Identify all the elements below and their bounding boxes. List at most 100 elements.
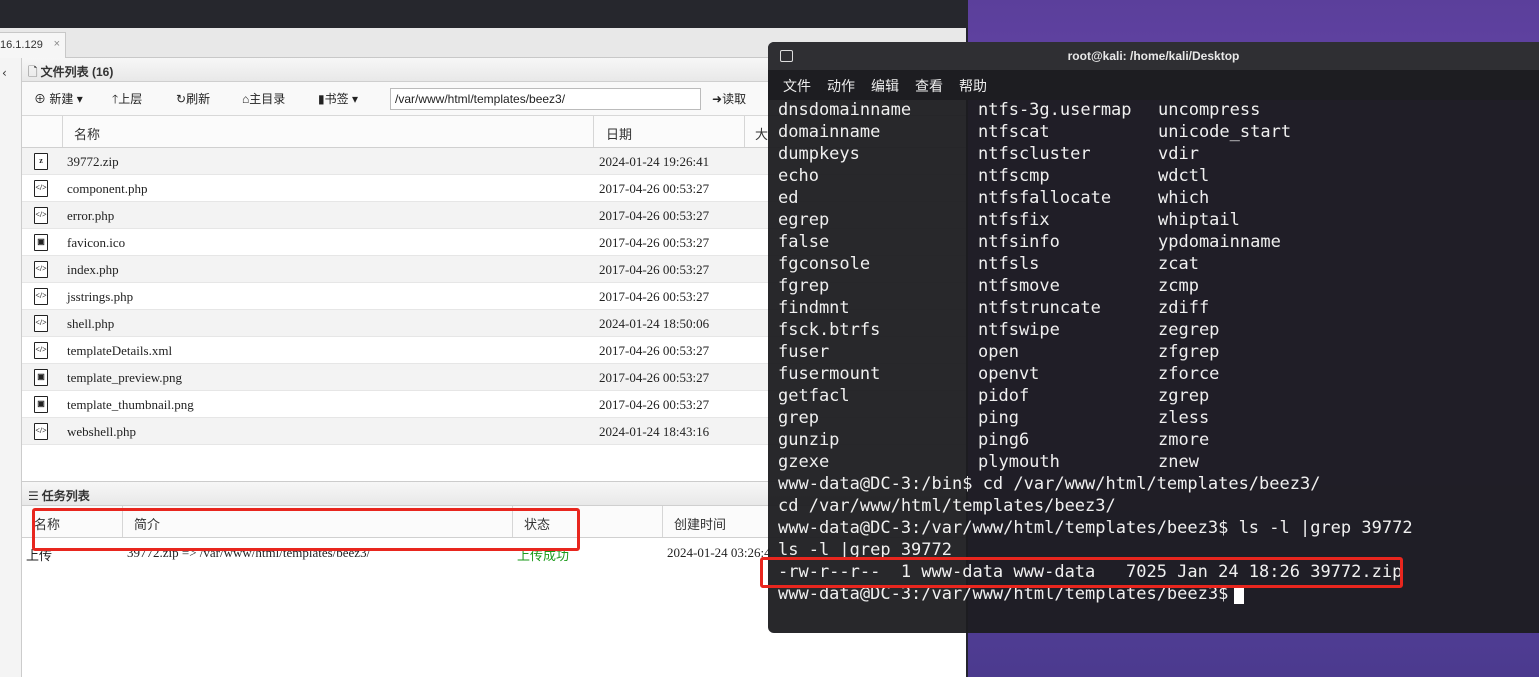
listing-entry: fuser (778, 342, 830, 362)
listing-entry: zless (1158, 408, 1210, 428)
code-file-icon: </> (34, 342, 48, 359)
listing-entry: ping6 (978, 430, 1030, 450)
size-column-header[interactable]: 大 (755, 124, 768, 143)
listing-entry: zcmp (1158, 276, 1199, 296)
listing-entry: open (978, 342, 1019, 362)
file-name: webshell.php (67, 424, 136, 439)
file-date: 2024-01-24 19:26:41 (599, 154, 710, 169)
terminal-menu-item[interactable]: 动作 (827, 76, 855, 96)
file-name: index.php (67, 262, 119, 277)
listing-entry: whiptail (1158, 210, 1240, 230)
listing-entry: false (778, 232, 830, 252)
listing-entry: gzexe (778, 452, 830, 472)
code-file-icon: </> (34, 180, 48, 197)
file-date: 2024-01-24 18:50:06 (599, 316, 710, 331)
terminal-line-text: www-data@DC-3:/var/www/html/templates/be… (778, 518, 1413, 538)
close-icon[interactable]: × (54, 38, 60, 50)
terminal-line: cd /var/www/html/templates/beez3/ (778, 496, 1116, 518)
highlight-box-task (32, 508, 580, 551)
left-collapse-bar[interactable]: ‹ (0, 58, 22, 677)
file-name: shell.php (67, 316, 115, 331)
terminal-menubar: 文件 动作 编辑 查看 帮助 (768, 70, 1539, 100)
file-name: template_preview.png (67, 370, 183, 385)
code-file-icon: </> (34, 261, 48, 278)
arrow-right-icon: ➜ (712, 92, 723, 106)
listing-entry: ypdomainname (1158, 232, 1281, 252)
file-date: 2017-04-26 00:53:27 (599, 397, 710, 412)
listing-entry: egrep (778, 210, 830, 230)
listing-entry: ping (978, 408, 1019, 428)
listing-entry: ntfsmove (978, 276, 1060, 296)
path-input[interactable]: /var/www/html/templates/beez3/ (390, 88, 701, 110)
file-date: 2017-04-26 00:53:27 (599, 343, 710, 358)
terminal-titlebar: root@kali: /home/kali/Desktop (768, 42, 1539, 70)
task-panel-title: 任务列表 (41, 489, 90, 503)
terminal-line: www-data@DC-3:/var/www/html/templates/be… (778, 518, 1413, 540)
terminal-line-text: www-data@DC-3:/bin$ cd /var/www/html/tem… (778, 474, 1321, 494)
terminal-menu-item[interactable]: 文件 (783, 76, 811, 96)
listing-entry: ntfsfix (978, 210, 1050, 230)
connection-tab[interactable]: 16.1.129 × (0, 32, 66, 58)
bookmark-button[interactable]: ▮书签 ▾ (318, 90, 358, 107)
listing-entry: ntfstruncate (978, 298, 1101, 318)
refresh-icon: ↻ (176, 92, 187, 106)
terminal-menu-item[interactable]: 查看 (915, 76, 943, 96)
listing-entry: ntfs-3g.usermap (978, 100, 1132, 120)
file-date: 2024-01-24 18:43:16 (599, 424, 710, 439)
terminal-title: root@kali: /home/kali/Desktop (1067, 49, 1240, 63)
listing-entry: zgrep (1158, 386, 1210, 406)
terminal-window: root@kali: /home/kali/Desktop 文件 动作 编辑 查看 帮助… (760, 42, 1539, 633)
listing-entry: plymouth (978, 452, 1060, 472)
home-button[interactable]: ⌂主目录 (242, 90, 285, 107)
file-date: 2017-04-26 00:53:27 (599, 181, 710, 196)
listing-entry: findmnt (778, 298, 850, 318)
top-bar (0, 0, 968, 28)
listing-entry: zdiff (1158, 298, 1210, 318)
file-date: 2017-04-26 00:53:27 (599, 262, 710, 277)
listing-entry: zcat (1158, 254, 1199, 274)
code-file-icon: </> (34, 315, 48, 332)
listing-entry: ed (778, 188, 799, 208)
listing-entry: zegrep (1158, 320, 1220, 340)
read-button[interactable]: ➜读取 (712, 90, 746, 107)
listing-entry: grep (778, 408, 819, 428)
listing-entry: wdctl (1158, 166, 1210, 186)
listing-entry: ntfsfallocate (978, 188, 1112, 208)
terminal-output[interactable]: dnsdomainname ntfs-3g.usermap uncompress do… (778, 100, 1539, 633)
listing-entry: fgconsole (778, 254, 871, 274)
listing-entry: fgrep (778, 276, 830, 296)
new-button[interactable]: ⊕ 新建 ▾ (34, 90, 83, 107)
listing-entry: dnsdomainname (778, 100, 912, 120)
terminal-menu-item[interactable]: 帮助 (959, 76, 987, 96)
file-date: 2017-04-26 00:53:27 (599, 289, 710, 304)
listing-entry: pidof (978, 386, 1030, 406)
code-file-icon: </> (34, 423, 48, 440)
file-date: 2017-04-26 00:53:27 (599, 235, 710, 250)
up-button[interactable]: 🡑上层 (112, 90, 142, 111)
listing-entry: getfacl (778, 386, 850, 406)
refresh-button[interactable]: ↻刷新 (176, 90, 210, 107)
file-date: 2017-04-26 00:53:27 (599, 208, 710, 223)
zip-file-icon: z (34, 153, 48, 170)
file-name: templateDetails.xml (67, 343, 173, 358)
listing-entry: gunzip (778, 430, 840, 450)
image-file-icon: ▣ (34, 369, 48, 386)
chevron-left-icon[interactable]: ‹ (2, 66, 7, 80)
listing-entry: domainname (778, 122, 881, 142)
bookmark-icon: ▮ (318, 92, 325, 106)
file-name: jsstrings.php (67, 289, 134, 304)
listing-entry: vdir (1158, 144, 1199, 164)
file-name: error.php (67, 208, 115, 223)
listing-entry: ntfsls (978, 254, 1040, 274)
listing-entry: fusermount (778, 364, 881, 384)
file-name: template_thumbnail.png (67, 397, 194, 412)
task-created-header[interactable]: 创建时间 (674, 514, 726, 533)
listing-entry: openvt (978, 364, 1040, 384)
plus-circle-icon: ⊕ (34, 92, 47, 106)
file-panel-title: 文件列表 (16) (40, 65, 114, 79)
date-column-header[interactable]: 日期 (606, 124, 632, 143)
listing-entry: ntfscat (978, 122, 1050, 142)
listing-entry: zforce (1158, 364, 1220, 384)
terminal-menu-item[interactable]: 编辑 (871, 76, 899, 96)
name-column-header[interactable]: 名称 (74, 124, 100, 143)
